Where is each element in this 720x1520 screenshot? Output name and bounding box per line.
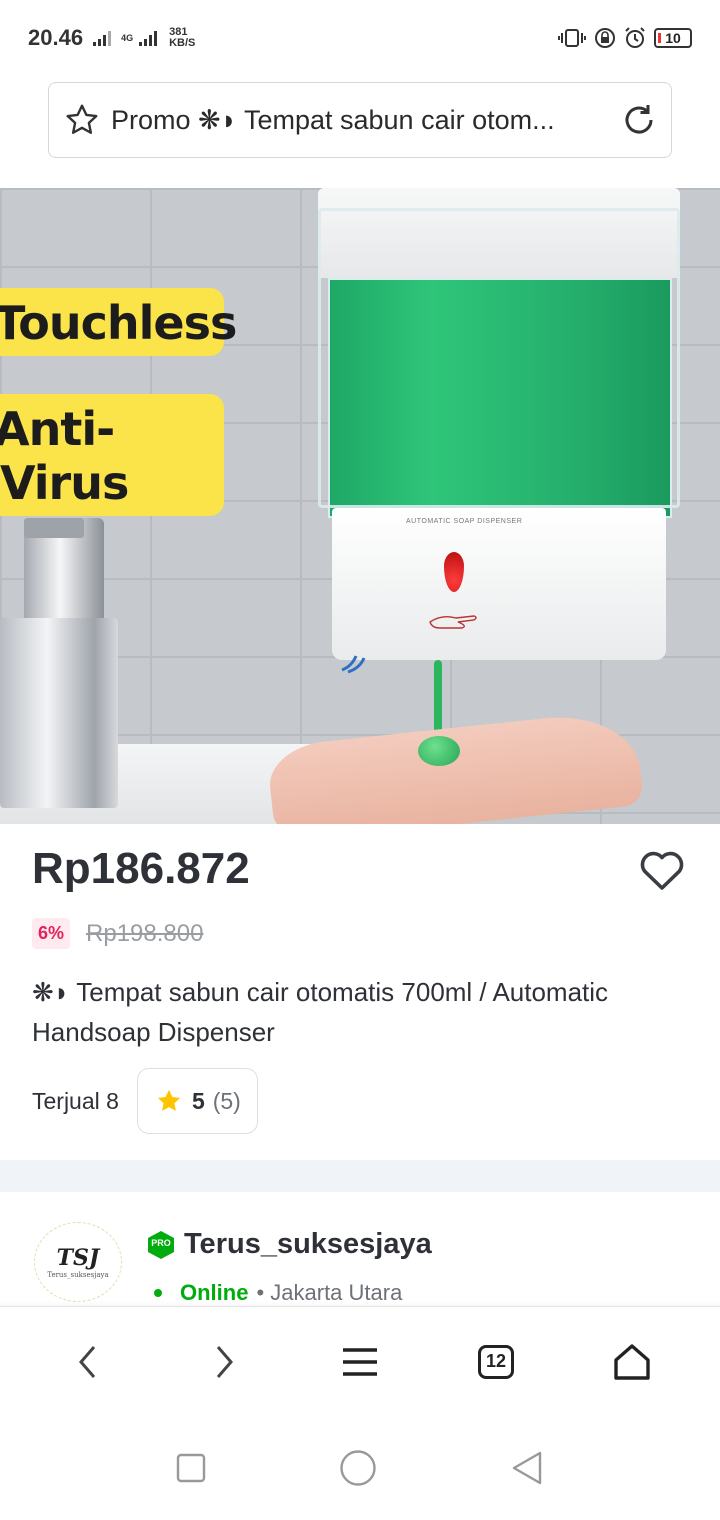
shop-avatar[interactable]: TSJ Terus_suksesjaya	[34, 1222, 122, 1302]
wireless-sensor-icon	[341, 655, 366, 674]
url-text[interactable]: Promo ❋◗ Tempat sabun cair otom...	[111, 105, 581, 136]
back-button[interactable]	[48, 1322, 128, 1402]
battery-level: 10	[665, 30, 681, 46]
shop-logo-text: TSJ	[56, 1245, 100, 1271]
android-nav-bar	[0, 1416, 720, 1520]
section-divider	[0, 1160, 720, 1192]
original-price: Rp198.800	[86, 919, 204, 947]
lock-rotation-icon	[595, 28, 615, 48]
online-dot	[154, 1289, 162, 1297]
discount-badge: 6%	[32, 918, 71, 949]
rating-chip[interactable]: 5 (5)	[136, 1068, 258, 1134]
anti-virus-tag: Anti-Virus	[0, 394, 224, 516]
tabs-count: 12	[478, 1344, 514, 1379]
touchless-tag: Touchless	[0, 288, 237, 356]
menu-icon	[343, 1347, 377, 1376]
network-indicators: 4G 381 KB/S	[93, 27, 195, 49]
signal-icon-2	[139, 31, 158, 46]
recents-icon[interactable]	[176, 1453, 206, 1483]
online-status: Online	[180, 1280, 249, 1305]
soap-drop	[418, 736, 460, 766]
speed-unit: KB/S	[169, 37, 196, 49]
dispenser-label: AUTOMATIC SOAP DISPENSER	[406, 518, 523, 525]
star-filled-icon	[157, 1089, 181, 1111]
url-bar[interactable]: Promo ❋◗ Tempat sabun cair otom...	[48, 82, 672, 158]
pro-badge-icon: PRO	[146, 1230, 176, 1265]
status-bar: 20.46 4G 381 KB/S 10	[0, 0, 720, 76]
sold-count: Terjual 8	[32, 1087, 119, 1114]
faucet	[0, 618, 118, 808]
status-right: 10	[558, 27, 692, 49]
alarm-icon	[625, 27, 645, 48]
browser-bottom-bar: 12	[0, 1306, 720, 1416]
product-stats: Terjual 8 5 (5)	[32, 1068, 258, 1134]
shop-name[interactable]: Terus_suksesjaya	[184, 1228, 432, 1261]
rating-count: (5)	[212, 1087, 241, 1114]
battery-icon: 10	[654, 28, 692, 48]
back-triangle-icon[interactable]	[510, 1450, 544, 1486]
forward-button[interactable]	[184, 1322, 264, 1402]
signal-icon	[93, 31, 112, 46]
wishlist-heart-icon[interactable]	[638, 848, 686, 892]
network-speed: 381 KB/S	[169, 27, 195, 49]
home-icon	[614, 1343, 650, 1380]
product-price: Rp186.872	[32, 844, 250, 893]
dispenser-glass	[318, 208, 680, 508]
discount-row: 6% Rp198.800	[32, 918, 203, 949]
tabs-button[interactable]: 12	[456, 1322, 536, 1402]
shop-location: • Jakarta Utara	[256, 1280, 403, 1305]
network-type: 4G	[121, 32, 134, 43]
status-time: 20.46	[28, 25, 84, 50]
rating-value: 5	[191, 1087, 205, 1114]
faucet-lever	[24, 518, 84, 538]
refresh-icon[interactable]	[621, 102, 657, 138]
dispenser-base: AUTOMATIC SOAP DISPENSER	[332, 508, 666, 660]
shop-status: Online • Jakarta Utara	[150, 1280, 402, 1306]
home-circle-icon[interactable]	[339, 1449, 377, 1487]
sensor-drop-icon	[444, 552, 464, 592]
star-outline-icon[interactable]	[63, 102, 101, 138]
hand-icon	[429, 615, 477, 629]
chevron-left-icon	[79, 1345, 96, 1378]
menu-button[interactable]	[320, 1322, 400, 1402]
shop-logo-subtext: Terus_suksesjaya	[47, 1271, 109, 1279]
product-title: ❋◗ Tempat sabun cair otomatis 700ml / Au…	[32, 977, 609, 1047]
product-image-carousel[interactable]: Touchless Anti-Virus AUTOMATIC SOAP DISP…	[0, 188, 720, 824]
pro-badge-text: PRO	[151, 1238, 171, 1248]
vibrate-icon	[558, 29, 586, 47]
soap-dispenser: AUTOMATIC SOAP DISPENSER	[318, 188, 680, 662]
home-button[interactable]	[592, 1322, 672, 1402]
chevron-right-icon	[216, 1345, 233, 1378]
